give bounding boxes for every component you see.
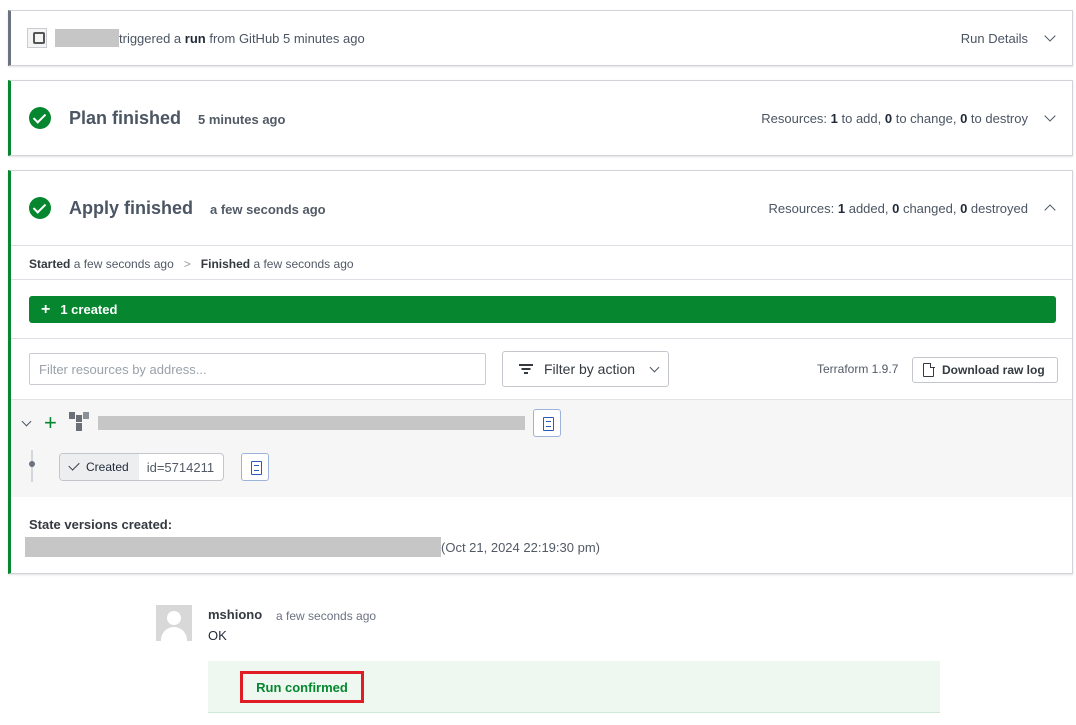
comment-time: a few seconds ago (276, 609, 377, 623)
chevron-up-icon[interactable] (1044, 204, 1056, 216)
plan-resources-summary: Resources: 1 to add, 0 to change, 0 to d… (761, 110, 1028, 126)
apply-timing: Started a few seconds ago > Finished a few… (29, 257, 354, 271)
run-details-toggle[interactable]: Run Details (960, 30, 1056, 46)
redacted-resource-address (97, 416, 525, 430)
filter-by-action-label: Filter by action (544, 361, 636, 377)
download-raw-log-button[interactable]: Download raw log (912, 357, 1058, 383)
redacted-username (55, 29, 119, 47)
copy-address-button[interactable] (532, 409, 561, 437)
apply-resources-summary: Resources: 1 added, 0 changed, 0 destroy… (768, 200, 1029, 216)
comment-user[interactable]: mshiono (208, 607, 262, 622)
state-versions-title: State versions created: (29, 517, 173, 532)
chevron-down-icon[interactable] (1044, 110, 1056, 122)
copy-id-button[interactable] (241, 453, 269, 481)
filter-icon (519, 364, 533, 374)
resource-id: id=5714211 (146, 459, 215, 475)
run-link[interactable]: run (185, 31, 206, 46)
chevron-down-icon (1044, 30, 1056, 42)
terraform-logo-icon (68, 412, 89, 434)
resource-status-tag: Created id=5714211 (59, 453, 225, 481)
run-trigger-card: triggered a run from GitHub 5 minutes ag… (8, 10, 1073, 66)
run-trigger-row: triggered a run from GitHub 5 minutes ag… (27, 11, 1056, 65)
plan-time: 5 minutes ago (198, 111, 286, 127)
state-version-time: (Oct 21, 2024 22:19:30 pm) (441, 539, 600, 555)
filter-by-action-button[interactable]: Filter by action (502, 351, 669, 387)
divider (11, 338, 1072, 339)
chevron-down-icon[interactable] (21, 416, 32, 426)
checkmark-icon (68, 459, 80, 471)
apply-title: Apply finished (69, 197, 194, 218)
redacted-state-version-link[interactable] (25, 537, 441, 557)
check-circle-icon (29, 107, 51, 129)
plan-title: Plan finished (69, 107, 182, 128)
check-circle-icon (29, 197, 51, 219)
document-icon (923, 362, 935, 377)
trigger-text: triggered a run from GitHub 5 minutes ag… (119, 30, 365, 46)
github-avatar-icon (27, 28, 47, 48)
plus-icon: + (44, 410, 57, 435)
divider (11, 245, 1072, 246)
resource-row: + (21, 409, 561, 437)
resource-list: + Created id=5714211 (11, 399, 1072, 497)
comment-text: OK (208, 628, 227, 643)
state-version-row: (Oct 21, 2024 22:19:30 pm) (25, 537, 600, 557)
plan-card: Plan finished 5 minutes ago Resources: 1… (8, 80, 1073, 156)
apply-time: a few seconds ago (210, 201, 326, 217)
terraform-version: Terraform 1.9.7 (817, 362, 899, 376)
created-bar-label: 1 created (60, 302, 118, 317)
tree-dot (29, 461, 35, 467)
plus-icon: + (41, 300, 51, 318)
run-details-label: Run Details (960, 30, 1028, 46)
created-summary-bar[interactable]: + 1 created (29, 296, 1056, 323)
filter-resources-input[interactable] (29, 353, 486, 385)
chevron-down-icon (649, 362, 660, 372)
apply-header[interactable]: Apply finished a few seconds ago Resourc… (29, 171, 1056, 245)
created-label: Created (60, 454, 139, 480)
apply-card: Apply finished a few seconds ago Resourc… (8, 170, 1073, 574)
plan-header[interactable]: Plan finished 5 minutes ago Resources: 1… (29, 81, 1056, 155)
run-confirmed-label: Run confirmed (240, 671, 364, 703)
avatar (156, 605, 192, 641)
divider (11, 279, 1072, 280)
download-raw-log-label: Download raw log (942, 363, 1045, 377)
